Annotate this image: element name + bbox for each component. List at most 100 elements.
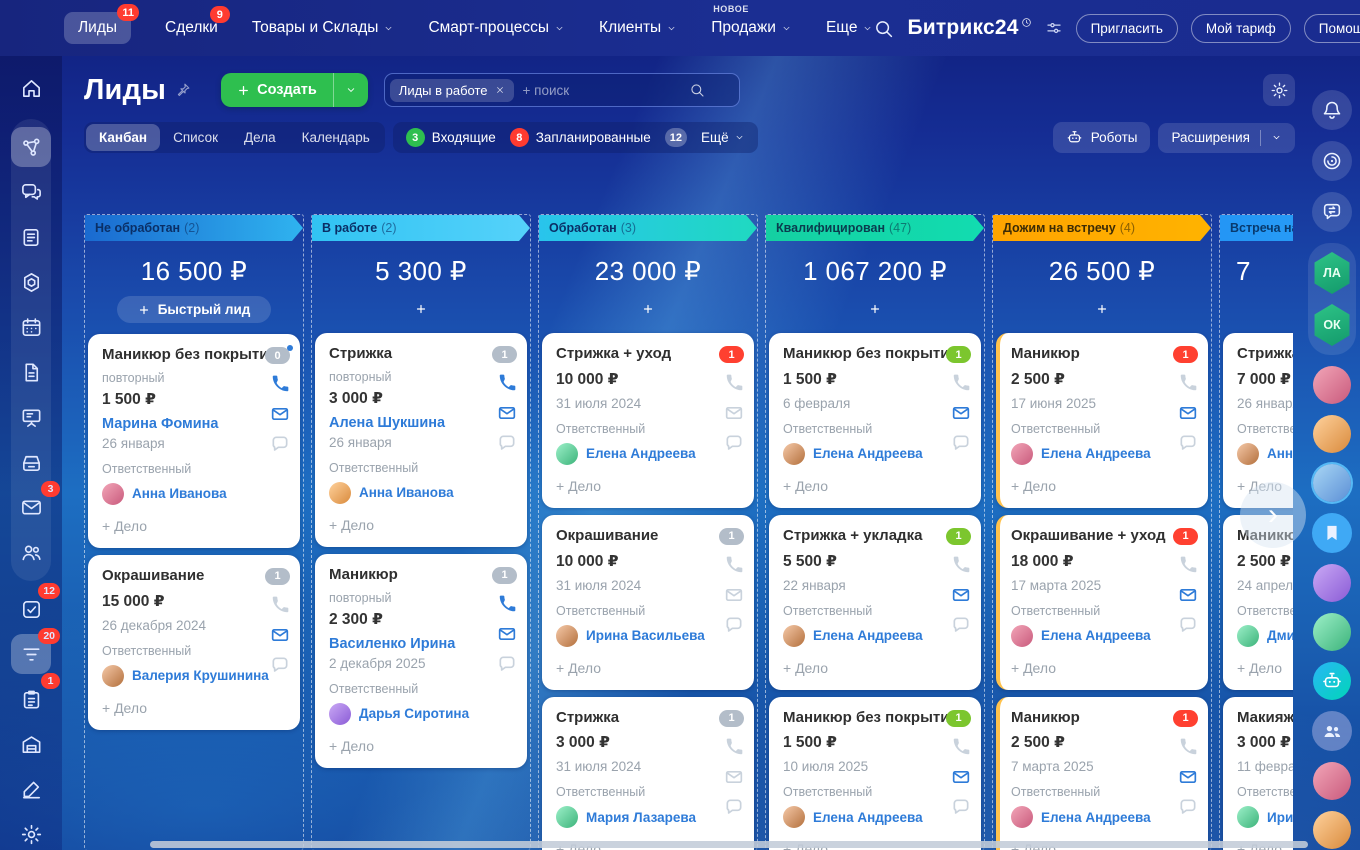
activity-badge[interactable]: 1 [719,346,744,363]
clear-icon[interactable] [713,82,729,98]
envelope-icon[interactable] [270,625,290,645]
tab-view-3[interactable]: Дела [231,124,289,151]
horizontal-scrollbar[interactable] [150,841,1308,848]
rail-item-bookmark[interactable] [1312,513,1352,553]
responsible-user[interactable]: Ирина [1237,806,1293,828]
activity-badge[interactable]: 1 [265,568,290,585]
counter-1[interactable]: 3Входящие [406,128,496,147]
lead-contact-link[interactable]: Алена Шукшина [329,415,487,431]
speech-icon[interactable] [951,615,971,635]
envelope-icon[interactable] [951,585,971,605]
envelope-icon[interactable] [951,767,971,787]
sidebar-item-network[interactable] [11,127,51,167]
sliders-icon[interactable] [1045,19,1063,37]
envelope-icon[interactable] [724,585,744,605]
invite-button[interactable]: Пригласить [1076,14,1178,43]
add-todo-link[interactable]: + Дело [783,660,941,676]
phone-icon[interactable] [724,373,744,393]
chat-avatar[interactable] [1313,415,1351,453]
robots-button[interactable]: Роботы [1053,122,1151,153]
sidebar-item-people[interactable] [11,532,51,572]
sidebar-item-document[interactable] [11,352,51,392]
activity-badge[interactable]: 1 [1173,528,1198,545]
add-todo-link[interactable]: + Дело [1237,660,1293,676]
create-dropdown[interactable] [333,73,368,107]
phone-icon[interactable] [270,595,290,615]
chat-avatar[interactable] [1313,366,1351,404]
lead-card[interactable]: Маникюр без покрытия1 500 ₽10 июля 2025О… [769,697,981,850]
add-todo-link[interactable]: + Дело [329,738,487,754]
envelope-icon[interactable] [497,624,517,644]
responsible-user[interactable]: Елена Андреева [783,806,941,828]
phone-icon[interactable] [270,374,290,394]
nav-item-5[interactable]: Клиенты [599,19,677,37]
phone-icon[interactable] [1178,373,1198,393]
rail-item-copilot[interactable] [1312,141,1352,181]
bot-avatar[interactable] [1313,662,1351,700]
speech-icon[interactable] [497,654,517,674]
lead-contact-link[interactable]: Марина Фомина [102,416,260,432]
activity-badge[interactable]: 1 [492,567,517,584]
column-header[interactable]: Встреча на [1220,215,1293,241]
envelope-icon[interactable] [1178,403,1198,423]
lead-card[interactable]: Стрижка +7 000 ₽26 январяОтветственныйАн… [1223,333,1293,508]
add-lead-button[interactable] [1089,296,1115,322]
add-todo-link[interactable]: + Дело [1011,478,1168,494]
sidebar-item-board[interactable] [11,397,51,437]
phone-icon[interactable] [1178,737,1198,757]
lead-card[interactable]: Маникюр2 500 ₽7 марта 2025ОтветственныйЕ… [996,697,1208,850]
sidebar-item-news[interactable] [11,217,51,257]
chat-avatar[interactable] [1313,811,1351,849]
phone-icon[interactable] [497,594,517,614]
responsible-user[interactable]: Елена Андреева [1011,443,1168,465]
lead-contact-link[interactable]: Василенко Ирина [329,636,487,652]
phone-icon[interactable] [724,555,744,575]
responsible-user[interactable]: Анна И [1237,443,1293,465]
activity-badge[interactable]: 0 [265,347,290,364]
lead-card[interactable]: Окрашивание + уход18 000 ₽17 марта 2025О… [996,515,1208,690]
sidebar-item-drive[interactable] [11,442,51,482]
rail-item-chat-sync[interactable] [1312,192,1352,232]
help-button[interactable]: Помощь [1304,14,1360,43]
add-todo-link[interactable]: + Дело [329,517,487,533]
sidebar-item-tasks[interactable]: 12 [11,589,51,629]
logo[interactable]: Битрикс24 [907,16,1031,40]
close-icon[interactable] [495,85,505,95]
sidebar-item-calendar[interactable] [11,307,51,347]
nav-item-2[interactable]: Сделки9 [165,19,218,37]
activity-badge[interactable]: 1 [946,710,971,727]
lead-card[interactable]: Стрижкаповторный3 000 ₽Алена Шукшина26 я… [315,333,527,547]
responsible-user[interactable]: Дмитр [1237,625,1293,647]
responsible-user[interactable]: Елена Андреева [783,443,941,465]
phone-icon[interactable] [951,555,971,575]
lead-card[interactable]: Стрижка3 000 ₽31 июля 2024ОтветственныйМ… [542,697,754,850]
lead-card[interactable]: Маникюр без покрытияповторный1 500 ₽Мари… [88,334,300,548]
responsible-user[interactable]: Анна Иванова [102,483,260,505]
department-hex-avatar[interactable]: ОК [1313,304,1351,346]
add-todo-link[interactable]: + Дело [1011,660,1168,676]
responsible-user[interactable]: Елена Андреева [1011,625,1168,647]
envelope-icon[interactable] [270,404,290,424]
more-counters-button[interactable]: Ещё [701,130,745,145]
chat-avatar[interactable] [1313,762,1351,800]
responsible-user[interactable]: Елена Андреева [556,443,714,465]
sidebar-item-clipboard[interactable]: 1 [11,679,51,719]
pin-icon[interactable] [175,82,191,98]
activity-badge[interactable]: 1 [1173,710,1198,727]
add-todo-link[interactable]: + Дело [102,700,260,716]
nav-item-4[interactable]: Смарт-процессы [428,19,565,37]
lead-card[interactable]: Окрашивание15 000 ₽26 декабря 2024Ответс… [88,555,300,730]
speech-icon[interactable] [951,433,971,453]
speech-icon[interactable] [497,433,517,453]
nav-item-6[interactable]: НОВОЕПродажи [711,19,792,37]
speech-icon[interactable] [1178,797,1198,817]
lead-card[interactable]: Маникюр без покрытия1 500 ₽6 февраляОтве… [769,333,981,508]
counter-2[interactable]: 8Запланированные [510,128,651,147]
column-header[interactable]: Обработан(3) [539,215,757,241]
responsible-user[interactable]: Валерия Крушинина [102,665,260,687]
add-todo-link[interactable]: + Дело [102,518,260,534]
responsible-user[interactable]: Анна Иванова [329,482,487,504]
search-icon[interactable] [873,18,894,39]
tab-view-4[interactable]: Календарь [289,124,383,151]
tab-view-2[interactable]: Список [160,124,231,151]
